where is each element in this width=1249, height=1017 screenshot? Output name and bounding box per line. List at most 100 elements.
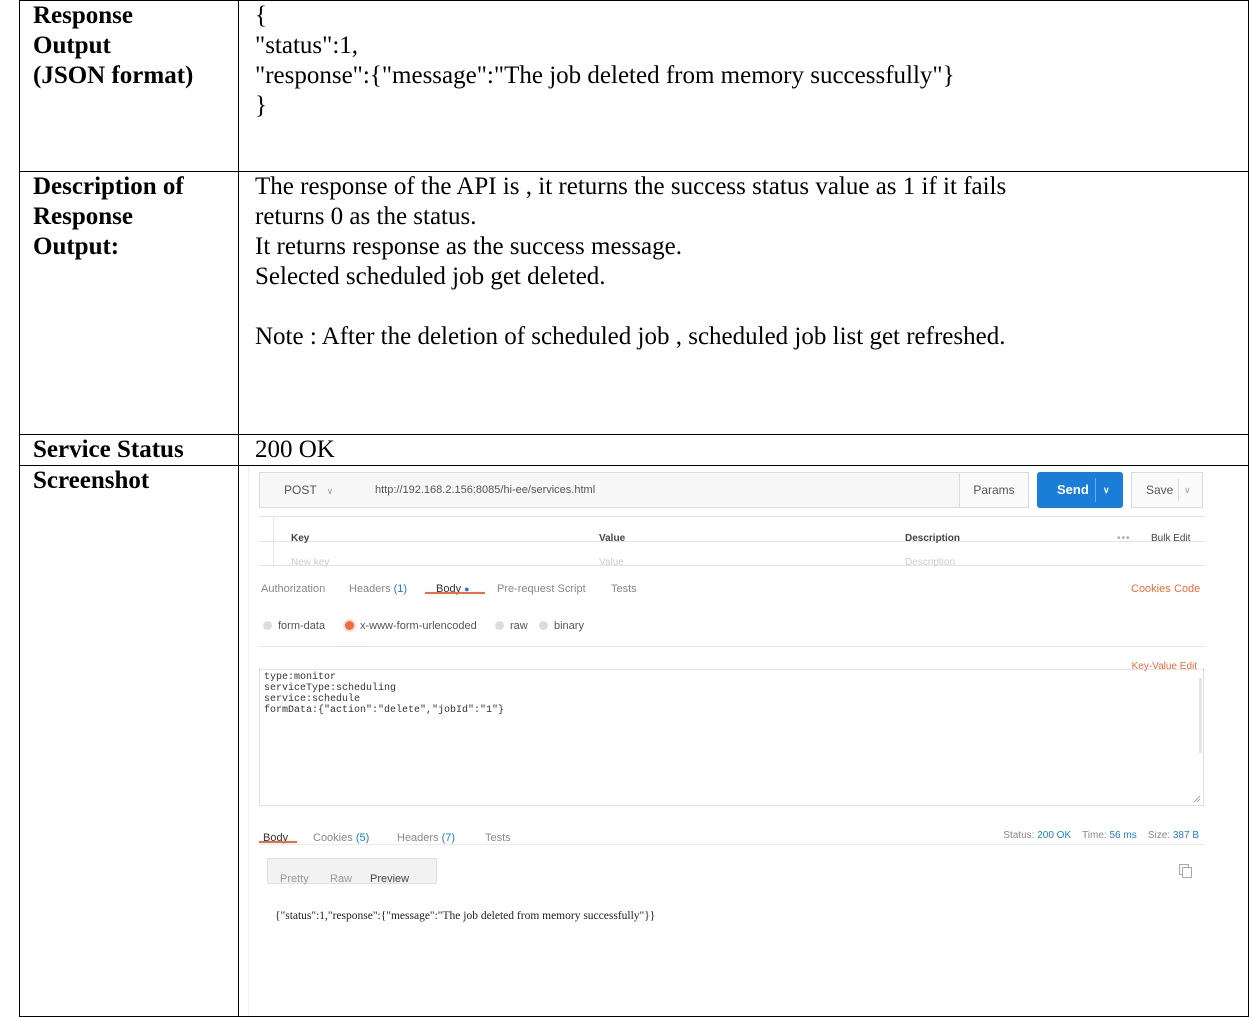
tab-authorization[interactable]: Authorization xyxy=(261,574,325,604)
response-tab-cookies[interactable]: Cookies (5) xyxy=(313,823,369,853)
response-tab-body[interactable]: Body xyxy=(263,823,288,853)
response-view-toggle: Pretty Raw Preview xyxy=(267,858,437,885)
request-url-bar: POST ∨ http://192.168.2.156:8085/hi-ee/se… xyxy=(259,472,1205,508)
response-headers-label: Headers xyxy=(397,832,439,844)
json-line: { xyxy=(255,2,267,29)
params-table: Key Value Description ••• Bulk Edit New … xyxy=(259,516,1205,568)
response-tab-headers[interactable]: Headers (7) xyxy=(397,823,455,853)
tab-headers[interactable]: Headers (1) xyxy=(349,574,407,604)
postman-screenshot: POST ∨ http://192.168.2.156:8085/hi-ee/se… xyxy=(248,466,1217,1016)
bulk-body-editor[interactable]: type:monitor serviceType:scheduling serv… xyxy=(259,668,1204,806)
send-button[interactable]: Send ∨ xyxy=(1037,472,1123,508)
tab-body[interactable]: Body ● xyxy=(436,574,470,604)
label-line: Output xyxy=(33,32,111,59)
description-line: It returns response as the success messa… xyxy=(255,233,682,260)
service-status-value: 200 OK xyxy=(238,434,1249,466)
method-label: POST xyxy=(284,483,317,497)
response-output-row: Response Output (JSON format) { "status"… xyxy=(19,0,1249,172)
editor-line: service:schedule xyxy=(264,694,361,705)
radio-binary[interactable]: binary xyxy=(539,611,584,641)
label-line: Response xyxy=(33,2,134,29)
status-value: 200 OK xyxy=(1037,830,1072,841)
editor-line: serviceType:scheduling xyxy=(264,683,397,694)
request-tabs: Authorization Headers (1) Body ● Pre-req… xyxy=(259,570,1205,595)
response-cookies-count: (5) xyxy=(355,832,370,844)
active-response-tab-underline xyxy=(259,841,297,843)
params-header-row: Key Value Description ••• Bulk Edit xyxy=(259,517,1205,544)
method-select[interactable]: POST ∨ xyxy=(259,472,356,508)
label-line: Description of xyxy=(33,173,184,200)
label-line: Response xyxy=(33,203,134,230)
editor-line: formData:{"action":"delete","jobId":"1"} xyxy=(264,705,505,716)
send-label: Send xyxy=(1057,482,1089,497)
save-divider xyxy=(1178,479,1179,501)
body-type-options: form-data x-www-form-urlencoded raw bina… xyxy=(263,611,1203,632)
time-value: 56 ms xyxy=(1109,830,1137,841)
radio-selected-icon xyxy=(345,621,354,630)
service-status-label: Service Status xyxy=(19,434,239,466)
radio-urlencoded[interactable]: x-www-form-urlencoded xyxy=(345,611,477,641)
json-line: "response":{"message":"The job deleted f… xyxy=(255,62,955,89)
radio-raw[interactable]: raw xyxy=(495,611,528,641)
editor-scrollbar[interactable] xyxy=(1199,678,1202,753)
save-label: Save xyxy=(1146,483,1174,497)
screenshot-label: Screenshot xyxy=(19,465,239,1017)
label-line: Output: xyxy=(33,233,120,260)
status-label: Status: xyxy=(1003,830,1035,841)
description-line: Selected scheduled job get deleted. xyxy=(255,263,606,290)
size-value: 387 B xyxy=(1172,830,1199,841)
description-line: The response of the API is , it returns … xyxy=(255,173,1007,200)
cookies-link[interactable]: Cookies xyxy=(1131,574,1171,604)
save-button[interactable]: Save ∨ xyxy=(1131,472,1203,508)
json-line: "status":1, xyxy=(255,32,359,59)
params-new-row: New key Value Description xyxy=(259,541,1205,568)
response-divider xyxy=(259,844,1205,845)
radio-icon xyxy=(539,621,548,630)
chevron-down-icon[interactable]: ∨ xyxy=(1184,473,1191,507)
copy-icon[interactable] xyxy=(1179,864,1192,878)
response-output-value: { "status":1, "response":{"message":"The… xyxy=(238,0,1249,172)
pretty-button[interactable]: Pretty xyxy=(280,864,309,894)
resize-handle-icon[interactable] xyxy=(1193,795,1201,803)
response-headers-count: (7) xyxy=(441,832,456,844)
active-tab-underline xyxy=(425,592,485,594)
description-blank-line xyxy=(255,292,1248,322)
radio-form-data[interactable]: form-data xyxy=(263,611,325,641)
api-doc-table: Response Output (JSON format) { "status"… xyxy=(19,0,1249,1017)
url-input[interactable]: http://192.168.2.156:8085/hi-ee/services… xyxy=(355,472,960,508)
tab-headers-count: (1) xyxy=(393,583,408,595)
tab-headers-label: Headers xyxy=(349,583,391,595)
chevron-down-icon: ∨ xyxy=(326,486,334,496)
label-line: (JSON format) xyxy=(33,62,194,89)
send-divider xyxy=(1095,478,1096,502)
code-link[interactable]: Code xyxy=(1174,574,1200,604)
description-note-line: Note : After the deletion of scheduled j… xyxy=(255,323,1006,350)
response-tab-tests[interactable]: Tests xyxy=(485,823,511,853)
response-output-label: Response Output (JSON format) xyxy=(19,0,239,172)
json-line: } xyxy=(255,92,267,119)
preview-button[interactable]: Preview xyxy=(370,864,409,894)
description-line: returns 0 as the status. xyxy=(255,203,477,230)
response-meta: Status: 200 OK Time: 56 ms Size: 387 B xyxy=(1003,821,1199,851)
chevron-down-icon[interactable]: ∨ xyxy=(1103,472,1110,508)
screenshot-cell: POST ∨ http://192.168.2.156:8085/hi-ee/se… xyxy=(238,465,1249,1017)
form-data-label: form-data xyxy=(278,620,326,632)
size-label: Size: xyxy=(1147,830,1171,841)
tab-tests[interactable]: Tests xyxy=(611,574,637,604)
description-label: Description of Response Output: xyxy=(19,171,239,435)
bulk-edit-toolbar: Key-Value Edit xyxy=(259,646,1205,672)
description-row: Description of Response Output: The resp… xyxy=(19,171,1249,435)
urlencoded-label: x-www-form-urlencoded xyxy=(360,620,477,632)
raw-button[interactable]: Raw xyxy=(330,864,352,894)
response-body-preview: {"status":1,"response":{"message":"The j… xyxy=(275,910,656,922)
tab-prerequest-script[interactable]: Pre-request Script xyxy=(497,574,586,604)
binary-label: binary xyxy=(554,620,584,632)
radio-icon xyxy=(263,621,272,630)
time-label: Time: xyxy=(1082,830,1107,841)
editor-line: type:monitor xyxy=(264,672,337,683)
radio-icon xyxy=(495,621,504,630)
service-status-row: Service Status 200 OK xyxy=(19,434,1249,466)
params-button[interactable]: Params xyxy=(959,472,1029,508)
response-tabs: Body Cookies (5) Headers (7) Tests Statu… xyxy=(259,818,1205,844)
screenshot-row: Screenshot POST ∨ http://192.168.2.156:80… xyxy=(19,465,1249,1017)
